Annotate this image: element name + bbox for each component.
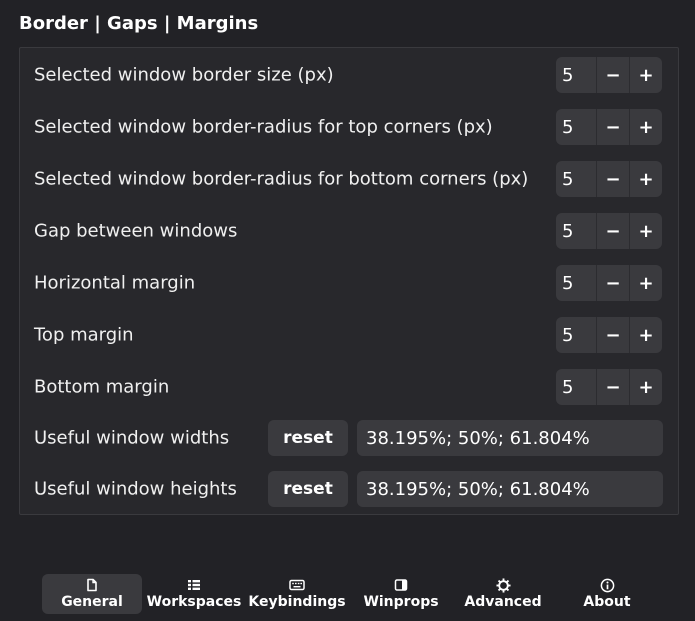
row-border-size: Selected window border size (px) 5 − + <box>20 49 678 101</box>
increment-button[interactable]: + <box>629 317 662 353</box>
spin-value[interactable]: 5 <box>556 265 596 301</box>
gear-icon <box>495 577 511 593</box>
bottom-navigation: General Workspaces Keybindings Winprops … <box>0 566 695 621</box>
keyboard-icon <box>289 577 305 593</box>
row-label: Selected window border-radius for top co… <box>34 116 493 138</box>
nav-label: Winprops <box>363 594 439 610</box>
horizontal-margin-spinbutton[interactable]: 5 − + <box>556 265 662 301</box>
increment-button[interactable]: + <box>629 161 662 197</box>
row-label: Gap between windows <box>34 220 238 242</box>
page-title: Border | Gaps | Margins <box>19 13 259 34</box>
nav-winprops[interactable]: Winprops <box>351 574 451 614</box>
row-useful-widths: Useful window widths reset <box>20 412 678 464</box>
nav-general[interactable]: General <box>42 574 142 614</box>
border-radius-bottom-spinbutton[interactable]: 5 − + <box>556 161 662 197</box>
nav-label: Workspaces <box>146 594 242 610</box>
window-icon <box>393 577 409 593</box>
row-border-radius-top: Selected window border-radius for top co… <box>20 101 678 153</box>
nav-label: Keybindings <box>248 594 346 610</box>
decrement-button[interactable]: − <box>596 369 629 405</box>
row-bottom-margin: Bottom margin 5 − + <box>20 361 678 413</box>
spin-value[interactable]: 5 <box>556 213 596 249</box>
decrement-button[interactable]: − <box>596 265 629 301</box>
top-margin-spinbutton[interactable]: 5 − + <box>556 317 662 353</box>
decrement-button[interactable]: − <box>596 57 629 93</box>
spin-value[interactable]: 5 <box>556 109 596 145</box>
useful-heights-input[interactable] <box>357 471 663 507</box>
nav-about[interactable]: About <box>557 574 657 614</box>
spin-value[interactable]: 5 <box>556 161 596 197</box>
bottom-margin-spinbutton[interactable]: 5 − + <box>556 369 662 405</box>
gap-spinbutton[interactable]: 5 − + <box>556 213 662 249</box>
decrement-button[interactable]: − <box>596 161 629 197</box>
nav-advanced[interactable]: Advanced <box>453 574 553 614</box>
row-useful-heights: Useful window heights reset <box>20 463 678 515</box>
decrement-button[interactable]: − <box>596 213 629 249</box>
nav-label: Advanced <box>464 594 542 610</box>
border-radius-top-spinbutton[interactable]: 5 − + <box>556 109 662 145</box>
increment-button[interactable]: + <box>629 265 662 301</box>
nav-workspaces[interactable]: Workspaces <box>144 574 244 614</box>
increment-button[interactable]: + <box>629 109 662 145</box>
document-icon <box>84 577 100 593</box>
row-label: Selected window border size (px) <box>34 64 334 86</box>
nav-label: About <box>583 594 631 610</box>
row-label: Selected window border-radius for bottom… <box>34 168 529 190</box>
list-icon <box>186 577 202 593</box>
row-horizontal-margin: Horizontal margin 5 − + <box>20 257 678 309</box>
row-top-margin: Top margin 5 − + <box>20 309 678 361</box>
increment-button[interactable]: + <box>629 213 662 249</box>
nav-keybindings[interactable]: Keybindings <box>247 574 347 614</box>
nav-label: General <box>61 594 123 610</box>
useful-widths-input[interactable] <box>357 420 663 456</box>
row-label: Top margin <box>34 324 134 346</box>
spin-value[interactable]: 5 <box>556 57 596 93</box>
spin-value[interactable]: 5 <box>556 317 596 353</box>
row-gap-between-windows: Gap between windows 5 − + <box>20 205 678 257</box>
increment-button[interactable]: + <box>629 369 662 405</box>
row-border-radius-bottom: Selected window border-radius for bottom… <box>20 153 678 205</box>
row-label: Useful window heights <box>34 478 237 500</box>
decrement-button[interactable]: − <box>596 317 629 353</box>
row-label: Useful window widths <box>34 427 230 449</box>
increment-button[interactable]: + <box>629 57 662 93</box>
decrement-button[interactable]: − <box>596 109 629 145</box>
row-label: Bottom margin <box>34 376 170 398</box>
settings-group: Selected window border size (px) 5 − + S… <box>19 47 679 515</box>
info-icon <box>599 577 615 593</box>
row-label: Horizontal margin <box>34 272 196 294</box>
border-size-spinbutton[interactable]: 5 − + <box>556 57 662 93</box>
spin-value[interactable]: 5 <box>556 369 596 405</box>
reset-widths-button[interactable]: reset <box>268 420 348 456</box>
reset-heights-button[interactable]: reset <box>268 471 348 507</box>
